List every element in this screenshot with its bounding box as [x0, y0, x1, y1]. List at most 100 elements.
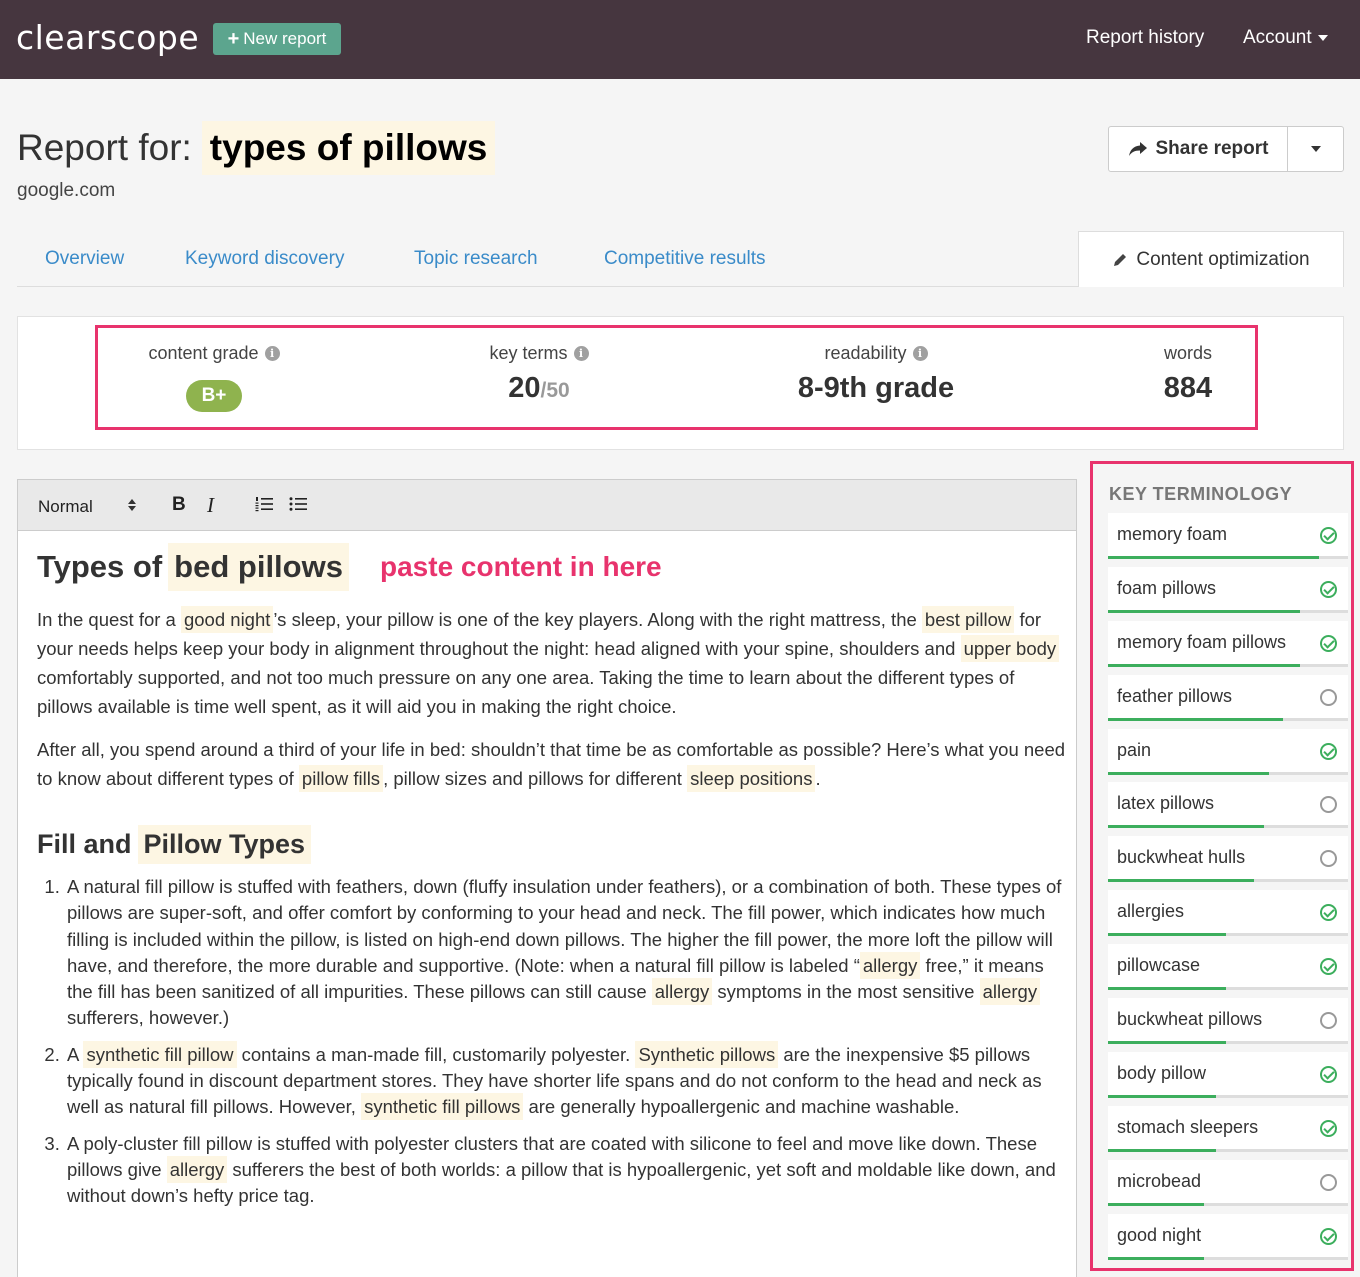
key-term-progress-fill — [1108, 717, 1284, 721]
tab-overview[interactable]: Overview — [45, 248, 124, 270]
bold-button[interactable]: B — [172, 494, 186, 516]
check-circle-icon — [1320, 742, 1337, 760]
key-term-label: allergies — [1117, 901, 1185, 922]
key-term-item[interactable]: latex pillows — [1108, 782, 1348, 829]
empty-circle-icon — [1320, 850, 1337, 868]
top-navbar: clearscope + New report Report history A… — [0, 0, 1360, 79]
format-select[interactable]: Normal — [38, 497, 93, 517]
tab-content-optimization[interactable]: Content optimization — [1078, 231, 1344, 287]
select-arrows-icon[interactable] — [128, 499, 136, 511]
tab-keyword-discovery[interactable]: Keyword discovery — [185, 248, 344, 270]
key-terms-label: key terms i — [449, 343, 629, 364]
info-icon[interactable]: i — [264, 346, 280, 361]
key-term-label: memory foam — [1117, 524, 1228, 544]
list-item: A poly-cluster fill pillow is stuffed wi… — [65, 1131, 1067, 1210]
key-term-label: good night — [1117, 1224, 1202, 1245]
account-menu[interactable]: Account — [1243, 27, 1328, 49]
check-circle-icon — [1320, 958, 1337, 976]
caret-down-icon — [1317, 35, 1328, 41]
report-keyword: types of pillows — [201, 121, 496, 175]
key-term-item[interactable]: memory foam pillows — [1108, 620, 1348, 667]
key-terminology-panel: KEY TERMINOLOGY memory foam foam pillows m… — [1090, 461, 1354, 1271]
key-terms-value: 20/50 — [449, 372, 629, 405]
text-run: In the quest for a — [37, 609, 176, 630]
tab-content-optimization-label: Content optimization — [1136, 248, 1310, 270]
key-term-item[interactable]: feather pillows — [1108, 674, 1348, 721]
key-term-progress-bar — [1108, 879, 1348, 883]
paragraph: After all, you spend around a third of y… — [37, 735, 1067, 793]
tab-topic-research[interactable]: Topic research — [414, 248, 538, 270]
editor-content[interactable]: Types of bed pillows paste content in he… — [37, 543, 1067, 1220]
pencil-icon — [1114, 253, 1127, 266]
share-report-button[interactable]: Share report — [1109, 127, 1288, 171]
report-label: Report for: — [17, 127, 192, 168]
highlighted-term: sleep positions — [687, 765, 816, 792]
key-term-progress-fill — [1108, 1148, 1216, 1152]
info-icon[interactable]: i — [912, 346, 928, 361]
numbered-list: A natural fill pillow is stuffed with fe… — [37, 874, 1067, 1210]
bullet-list-button[interactable] — [289, 496, 307, 518]
key-term-item[interactable]: pillowcase — [1108, 944, 1348, 991]
ordered-list-button[interactable] — [255, 496, 273, 518]
ordered-list-icon — [255, 497, 273, 512]
highlighted-term: upper body — [960, 635, 1060, 662]
key-term-label: buckwheat pillows — [1117, 1009, 1263, 1030]
key-term-progress-bar — [1108, 1202, 1348, 1206]
key-term-progress-fill — [1108, 879, 1255, 883]
key-term-progress-bar — [1108, 1094, 1348, 1098]
empty-circle-icon — [1320, 1173, 1337, 1191]
text-run: , pillow sizes and pillows for different — [383, 768, 682, 789]
text-run: sufferers, however.) — [67, 1007, 230, 1029]
check-circle-icon — [1320, 1227, 1337, 1245]
check-circle-icon — [1320, 904, 1337, 922]
list-item: A synthetic fill pillow contains a man-m… — [65, 1040, 1067, 1121]
text-run: comfortably supported, and not too much … — [37, 667, 1015, 717]
key-term-label: pillowcase — [1117, 955, 1201, 976]
key-term-label: microbead — [1117, 1170, 1202, 1191]
key-term-item[interactable]: pain — [1108, 728, 1348, 775]
key-term-progress-fill — [1108, 1256, 1204, 1260]
key-term-item[interactable]: memory foam — [1108, 513, 1348, 559]
bullet-list-icon — [289, 497, 307, 511]
italic-button[interactable]: I — [207, 493, 214, 518]
paragraph: In the quest for a good night’s sleep, y… — [37, 605, 1067, 721]
key-term-item[interactable]: allergies — [1108, 890, 1348, 937]
share-report-label: Share report — [1155, 138, 1269, 159]
empty-circle-icon — [1320, 1012, 1337, 1030]
highlighted-term: Synthetic pillows — [635, 1040, 779, 1068]
key-term-item[interactable]: stomach sleepers — [1108, 1105, 1348, 1152]
key-term-item[interactable]: buckwheat pillows — [1108, 998, 1348, 1045]
text-run: symptoms in the most sensitive — [717, 981, 975, 1003]
words-label: words — [1163, 343, 1212, 363]
key-term-label: pain — [1117, 739, 1152, 760]
highlighted-term: bed pillows — [168, 543, 349, 591]
highlighted-term: best pillow — [921, 606, 1015, 633]
key-terms-label-text: key terms — [489, 343, 568, 363]
key-term-item[interactable]: buckwheat hulls — [1108, 836, 1348, 883]
highlighted-term: allergy — [859, 951, 921, 979]
key-term-item[interactable]: microbead — [1108, 1159, 1348, 1206]
page-title: Report for: types of pillows — [17, 121, 496, 175]
key-term-progress-fill — [1108, 1094, 1216, 1098]
key-term-label: buckwheat hulls — [1117, 847, 1246, 868]
key-term-progress-fill — [1108, 1041, 1226, 1045]
key-term-progress-bar — [1108, 1148, 1348, 1152]
key-term-item[interactable]: good night — [1108, 1213, 1348, 1260]
key-term-progress-bar — [1108, 609, 1348, 613]
tab-competitive-results[interactable]: Competitive results — [604, 248, 766, 270]
logo[interactable]: clearscope — [16, 18, 199, 57]
new-report-button[interactable]: + New report — [213, 23, 341, 55]
key-term-item[interactable]: foam pillows — [1108, 566, 1348, 613]
empty-circle-icon — [1320, 688, 1337, 706]
report-history-link[interactable]: Report history — [1086, 27, 1204, 49]
highlighted-term: good night — [180, 606, 274, 633]
content-editor[interactable]: Normal B I Types of bed pillows paste co… — [17, 479, 1077, 1277]
info-icon[interactable]: i — [573, 346, 589, 361]
share-options-dropdown[interactable] — [1288, 127, 1343, 171]
key-term-label: latex pillows — [1117, 793, 1215, 814]
heading-text: Types of — [37, 549, 163, 584]
paste-content-hint: paste content in here — [380, 551, 662, 582]
share-icon — [1128, 142, 1147, 156]
text-run: A — [67, 1043, 79, 1065]
key-term-item[interactable]: body pillow — [1108, 1051, 1348, 1098]
